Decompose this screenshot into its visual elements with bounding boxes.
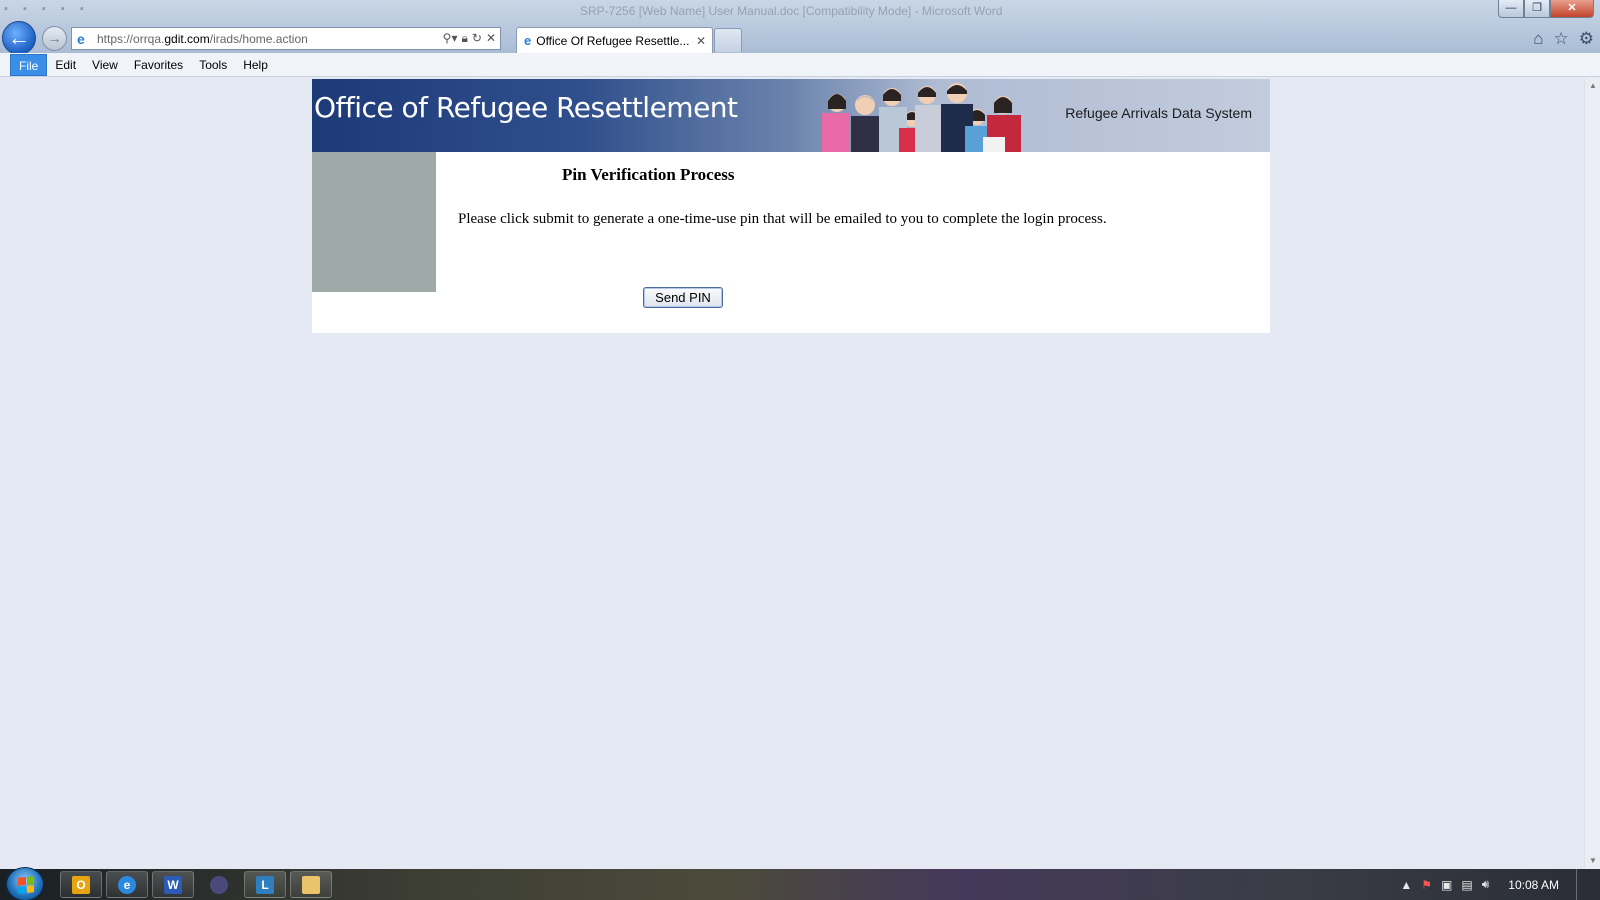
search-icon[interactable]: ⚲▾ — [443, 31, 458, 46]
show-hidden-icons-icon[interactable]: ▲ — [1400, 878, 1412, 892]
app-4-icon — [210, 875, 228, 894]
windows-logo-icon — [18, 876, 34, 894]
browser-titlebar: ▪ ▪ ▪ ▪ ▪ SRP-7256 [Web Name] User Manua… — [0, 0, 1600, 55]
menu-help[interactable]: Help — [235, 54, 276, 76]
window-title: SRP-7256 [Web Name] User Manual.doc [Com… — [580, 4, 1003, 18]
menu-bar: File Edit View Favorites Tools Help — [0, 53, 1600, 77]
header-banner: Office of Refugee Resettlement Refugee A… — [312, 79, 1270, 152]
show-desktop-button[interactable] — [1576, 869, 1586, 900]
address-bar[interactable]: e https://orrqa.gdit.com/irads/home.acti… — [71, 27, 501, 50]
minimize-button[interactable]: — — [1498, 0, 1524, 18]
taskbar-outlook[interactable]: O — [60, 871, 102, 898]
page-heading: Pin Verification Process — [562, 165, 735, 184]
menu-favorites[interactable]: Favorites — [126, 54, 191, 76]
browser-tab[interactable]: e Office Of Refugee Resettle... ✕ — [516, 27, 713, 53]
internet-explorer-icon: e — [118, 875, 136, 894]
word-icon: W — [164, 875, 182, 894]
url-domain: gdit.com — [164, 31, 210, 46]
folder-icon — [302, 875, 320, 894]
favorites-star-icon[interactable]: ☆ — [1554, 29, 1569, 49]
people-photo — [822, 83, 1021, 152]
system-title: Refugee Arrivals Data System — [1065, 105, 1252, 121]
refresh-icon[interactable]: ↻ — [472, 31, 482, 46]
url-prefix: https://orrqa. — [97, 31, 165, 46]
taskbar: O e W L ▲ ⚑ ▣ ▤ 🔊︎ 10:08 AM — [0, 867, 1600, 900]
lync-icon: L — [256, 875, 274, 894]
menu-view[interactable]: View — [84, 54, 126, 76]
page-container: Office of Refugee Resettlement Refugee A… — [312, 79, 1270, 333]
restore-button[interactable]: ❐ — [1524, 0, 1550, 18]
tab-close-icon[interactable]: ✕ — [696, 34, 706, 48]
stop-icon[interactable]: ✕ — [486, 31, 496, 46]
scroll-down-icon[interactable]: ▼ — [1585, 853, 1600, 869]
left-sidebar — [312, 152, 436, 292]
window-controls: — ❐ ✕ — [1498, 0, 1594, 18]
taskbar-lync[interactable]: L — [244, 871, 286, 898]
outlook-icon: O — [72, 875, 90, 894]
ie-logo-icon: e — [524, 33, 532, 48]
vertical-scrollbar[interactable]: ▲ ▼ — [1584, 78, 1600, 869]
instructions-text: Please click submit to generate a one-ti… — [458, 211, 1107, 227]
taskbar-file-explorer[interactable] — [290, 871, 332, 898]
menu-edit[interactable]: Edit — [47, 54, 84, 76]
browser-toolbar-icons: ⌂ ☆ ⚙ — [1533, 29, 1594, 49]
org-title: Office of Refugee Resettlement — [314, 91, 738, 124]
ie-logo-icon: e — [77, 30, 85, 47]
menu-file[interactable]: File — [10, 53, 48, 76]
taskbar-word[interactable]: W — [152, 871, 194, 898]
url-path: /irads/home.action — [209, 31, 308, 46]
quick-access-toolbar: ▪ ▪ ▪ ▪ ▪ — [4, 3, 90, 15]
send-pin-button[interactable]: Send PIN — [643, 287, 723, 308]
scroll-up-icon[interactable]: ▲ — [1585, 78, 1600, 94]
taskbar-app-4[interactable] — [198, 871, 240, 898]
close-button[interactable]: ✕ — [1550, 0, 1594, 18]
url-text[interactable]: https://orrqa.gdit.com/irads/home.action — [97, 32, 443, 46]
settings-gear-icon[interactable]: ⚙ — [1579, 29, 1594, 49]
system-tray: ▲ ⚑ ▣ ▤ 🔊︎ 10:08 AM — [1400, 869, 1600, 900]
address-tools: ⚲▾ 🔒︎ ↻ ✕ — [443, 31, 500, 46]
forward-arrow-icon[interactable]: → — [42, 26, 67, 51]
network-icon[interactable]: ▤ — [1461, 878, 1472, 892]
action-center-flag-icon[interactable]: ⚑ — [1421, 878, 1432, 892]
device-icon[interactable]: ▣ — [1441, 878, 1452, 892]
lock-icon[interactable]: 🔒︎ — [461, 31, 467, 46]
home-icon[interactable]: ⌂ — [1533, 29, 1543, 49]
new-tab-button[interactable] — [714, 28, 742, 52]
menu-tools[interactable]: Tools — [191, 54, 235, 76]
back-arrow-icon[interactable]: ← — [2, 21, 36, 55]
clock[interactable]: 10:08 AM — [1508, 878, 1559, 892]
start-button[interactable] — [6, 867, 44, 900]
taskbar-internet-explorer[interactable]: e — [106, 871, 148, 898]
tab-label: Office Of Refugee Resettle... — [536, 33, 690, 48]
volume-icon[interactable]: 🔊︎ — [1482, 877, 1490, 892]
